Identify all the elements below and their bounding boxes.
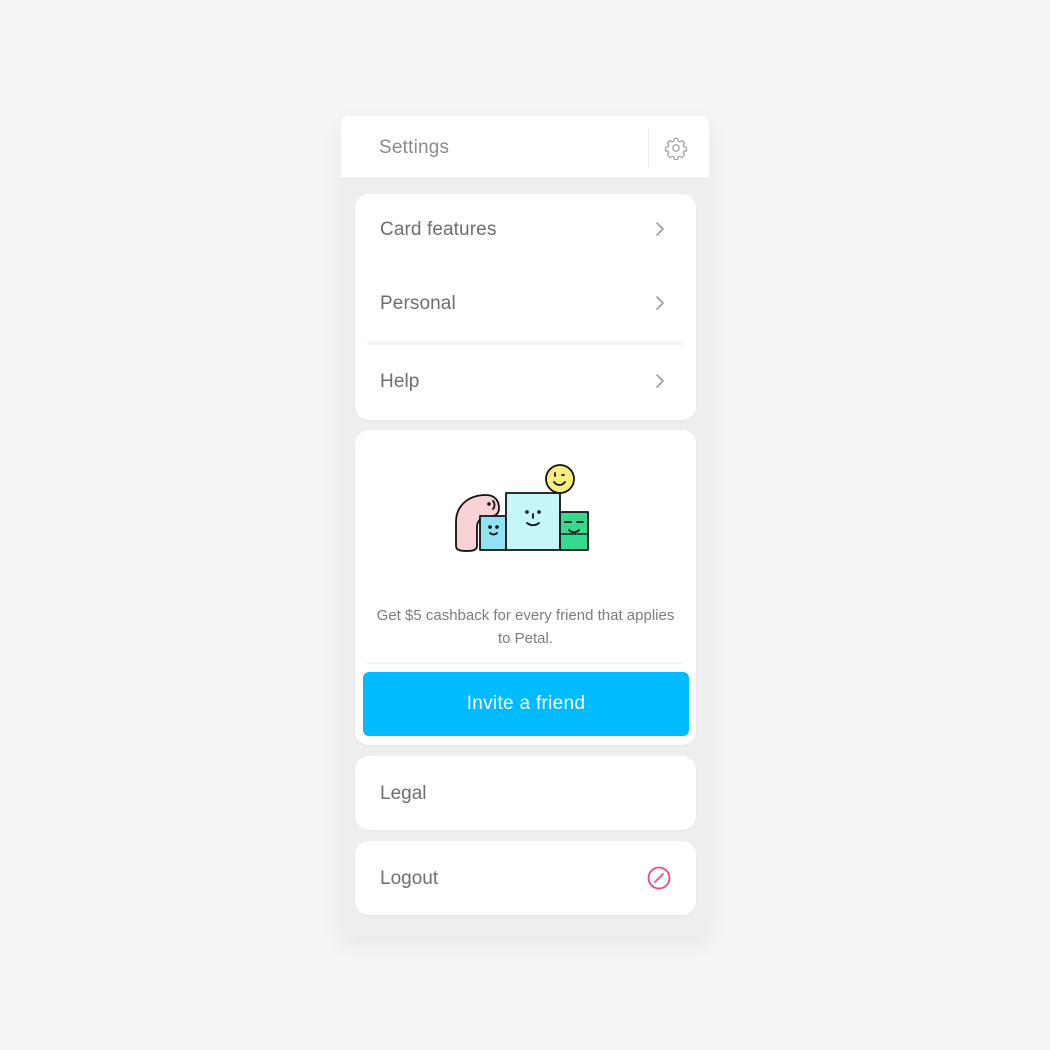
referral-description: Get $5 cashback for every friend that ap… <box>376 607 675 647</box>
legal-label: Legal <box>380 783 427 804</box>
chevron-right-icon <box>656 222 664 236</box>
chevron-right-icon <box>656 296 664 310</box>
invite-friend-button[interactable]: Invite a friend <box>363 672 689 736</box>
legal-item[interactable]: Legal <box>355 756 696 830</box>
menu-item-card-features[interactable]: Card features <box>355 194 696 264</box>
menu-item-label: Help <box>380 371 420 392</box>
page-title: Settings <box>379 137 450 158</box>
gear-icon[interactable] <box>664 136 688 160</box>
logout-label: Logout <box>380 868 439 889</box>
settings-menu: Card features Personal Help <box>355 194 696 420</box>
referral-card: Get $5 cashback for every friend that ap… <box>355 430 696 745</box>
menu-item-personal[interactable]: Personal <box>355 268 696 338</box>
menu-item-label: Card features <box>380 219 497 240</box>
settings-screen: Settings Card features Personal Help Get… <box>341 116 709 936</box>
top-bar: Settings <box>341 116 709 179</box>
menu-item-help[interactable]: Help <box>355 346 696 416</box>
promo-divider <box>367 662 683 664</box>
header-divider <box>648 128 649 167</box>
menu-divider <box>367 341 683 345</box>
logout-item[interactable]: Logout <box>355 841 696 915</box>
logout-icon[interactable] <box>647 866 671 890</box>
chevron-right-icon <box>656 374 664 388</box>
menu-item-label: Personal <box>380 293 456 314</box>
friends-illustration <box>455 464 589 552</box>
